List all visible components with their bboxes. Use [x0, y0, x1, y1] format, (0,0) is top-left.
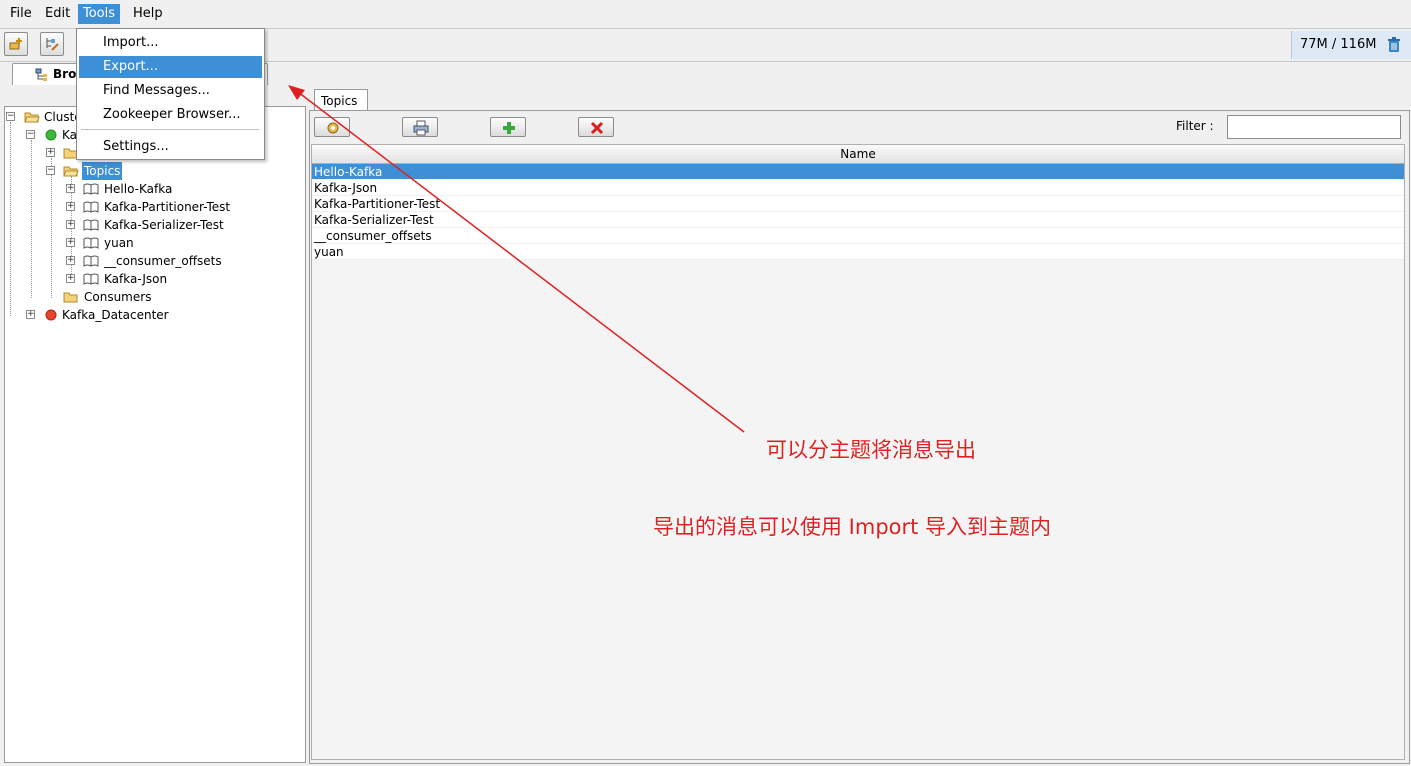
- disconnected-status-icon: [45, 309, 57, 321]
- tree-guide: [10, 122, 11, 316]
- tree-node-cluster[interactable]: + Kafka_Datacenter: [26, 306, 171, 324]
- gear-icon: [327, 122, 339, 134]
- annotation-text-1: 可以分主题将消息导出: [766, 438, 976, 462]
- table-row[interactable]: Kafka-Json: [312, 180, 1404, 196]
- tree-label-topic: Kafka-Partitioner-Test: [104, 200, 231, 214]
- book-icon: [83, 183, 99, 195]
- expand-icon[interactable]: +: [66, 256, 75, 265]
- tree-label-topics: Topics: [82, 162, 123, 180]
- edit-tree-button[interactable]: [40, 32, 64, 56]
- folder-open-icon: [63, 166, 79, 177]
- expand-icon[interactable]: +: [46, 148, 55, 157]
- tree-node-topic[interactable]: + yuan: [66, 234, 136, 252]
- printer-icon: [413, 120, 429, 136]
- menu-item-zookeeper-browser[interactable]: Zookeeper Browser...: [79, 104, 262, 126]
- print-button[interactable]: [402, 117, 438, 137]
- filter-input[interactable]: [1227, 115, 1401, 139]
- menu-edit[interactable]: Edit: [40, 4, 75, 24]
- tab-browser-label: Bro: [53, 67, 77, 81]
- connected-status-icon: [45, 129, 57, 141]
- add-cluster-icon: [9, 38, 22, 50]
- tree-node-topic[interactable]: + Kafka-Json: [66, 270, 169, 288]
- collapse-icon[interactable]: −: [26, 130, 35, 139]
- tree-node-topic[interactable]: + Hello-Kafka: [66, 180, 174, 198]
- tree-node-root[interactable]: − Cluste: [6, 108, 84, 126]
- menu-item-import[interactable]: Import...: [79, 32, 262, 54]
- tools-menu-dropdown: Import... Export... Find Messages... Zoo…: [76, 28, 265, 160]
- book-icon: [83, 273, 99, 285]
- add-cluster-button[interactable]: [4, 32, 28, 56]
- tab-topics[interactable]: Topics: [314, 89, 368, 111]
- topic-config-button[interactable]: [314, 117, 350, 137]
- memory-indicator: 77M / 116M: [1291, 31, 1411, 59]
- tree-node-topic[interactable]: + Kafka-Partitioner-Test: [66, 198, 232, 216]
- tree-node-topics[interactable]: − Topics: [46, 162, 123, 180]
- table-row[interactable]: Kafka-Serializer-Test: [312, 212, 1404, 228]
- annotation-text-2: 导出的消息可以使用 Import 导入到主题内: [653, 515, 1052, 539]
- menu-bar: File Edit Tools Help: [0, 0, 1411, 29]
- tree-guide: [31, 140, 32, 298]
- tree-node-topic[interactable]: + Kafka-Serializer-Test: [66, 216, 226, 234]
- menu-tools[interactable]: Tools: [78, 4, 121, 24]
- tree-label-cluster: Kafka_Datacenter: [62, 308, 169, 322]
- browser-tab-icon: [35, 68, 47, 81]
- collapse-icon[interactable]: −: [46, 166, 55, 175]
- menu-item-find-messages[interactable]: Find Messages...: [79, 80, 262, 102]
- tree-label-topic: Kafka-Serializer-Test: [104, 218, 224, 232]
- book-icon: [83, 219, 99, 231]
- book-icon: [83, 255, 99, 267]
- tree-label-topic: yuan: [104, 236, 134, 250]
- tree-node-cluster[interactable]: − Ka: [26, 126, 79, 144]
- menu-file[interactable]: File: [5, 4, 37, 24]
- expand-icon[interactable]: +: [66, 274, 75, 283]
- book-icon: [83, 201, 99, 213]
- menu-help[interactable]: Help: [128, 4, 168, 24]
- tree-label-topic: __consumer_offsets: [104, 254, 222, 268]
- arrow-head: [288, 85, 305, 100]
- table-row[interactable]: __consumer_offsets: [312, 228, 1404, 244]
- expand-icon[interactable]: +: [26, 310, 35, 319]
- tree-label-topic: Hello-Kafka: [104, 182, 173, 196]
- expand-icon[interactable]: +: [66, 238, 75, 247]
- folder-icon: [63, 292, 78, 303]
- expand-icon[interactable]: +: [66, 202, 75, 211]
- tree-edit-icon: [46, 38, 59, 51]
- book-icon: [83, 237, 99, 249]
- expand-icon[interactable]: +: [66, 220, 75, 229]
- expand-icon[interactable]: +: [66, 184, 75, 193]
- tree-label-consumers: Consumers: [84, 290, 152, 304]
- menu-item-settings[interactable]: Settings...: [79, 136, 262, 158]
- menu-item-export[interactable]: Export...: [79, 56, 262, 78]
- menu-separator: [81, 129, 259, 130]
- tree-label-topic: Kafka-Json: [104, 272, 168, 286]
- tree-node-consumers[interactable]: Consumers: [46, 288, 153, 306]
- table-row[interactable]: Kafka-Partitioner-Test: [312, 196, 1404, 212]
- table-row[interactable]: Hello-Kafka: [312, 164, 1404, 180]
- tab-topics-label: Topics: [321, 94, 358, 108]
- add-topic-button[interactable]: [490, 117, 526, 137]
- filter-label: Filter :: [1176, 119, 1214, 133]
- column-header-name[interactable]: Name: [312, 145, 1404, 164]
- table-row[interactable]: yuan: [312, 244, 1404, 260]
- memory-label: 77M / 116M: [1300, 37, 1377, 52]
- plus-icon: [503, 122, 515, 134]
- delete-icon: [590, 121, 604, 135]
- delete-topic-button[interactable]: [578, 117, 614, 137]
- tree-node-topic[interactable]: + __consumer_offsets: [66, 252, 224, 270]
- collapse-icon[interactable]: −: [6, 112, 15, 121]
- folder-open-icon: [24, 112, 40, 123]
- trash-icon[interactable]: [1387, 37, 1401, 53]
